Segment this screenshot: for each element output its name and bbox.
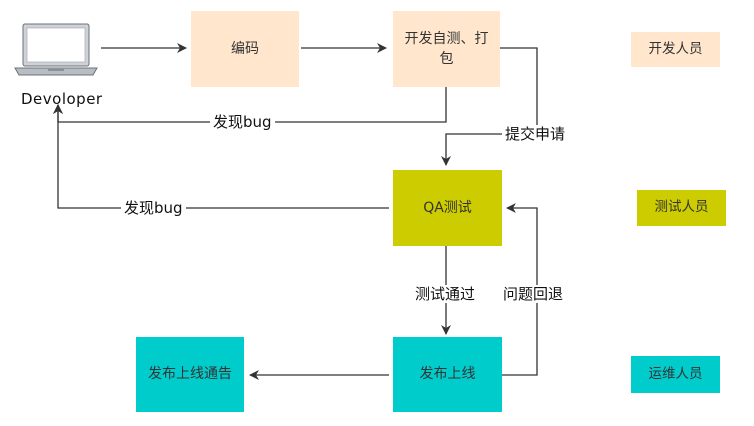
release-notice-node[interactable]: 发布上线通告: [136, 337, 244, 412]
edge-label-bug-from-selftest: 发现bug: [210, 113, 275, 131]
release-node[interactable]: 发布上线: [393, 337, 502, 412]
edge-label-submit: 提交申请: [502, 125, 569, 143]
edge-label-bug-from-qa: 发现bug: [121, 199, 186, 217]
legend-ops: 运维人员: [631, 356, 720, 393]
developer-label: Devoloper: [21, 90, 103, 108]
selftest-package-node[interactable]: 开发自测、打包: [393, 11, 500, 87]
coding-node[interactable]: 编码: [191, 11, 299, 87]
edge-label-test-pass: 测试通过: [412, 285, 479, 303]
legend-tester: 测试人员: [637, 190, 726, 226]
legend-developer: 开发人员: [631, 32, 720, 67]
edge-label-rollback: 问题回退: [500, 285, 567, 303]
laptop-icon: [14, 23, 98, 76]
qa-test-node[interactable]: QA测试: [393, 170, 502, 246]
